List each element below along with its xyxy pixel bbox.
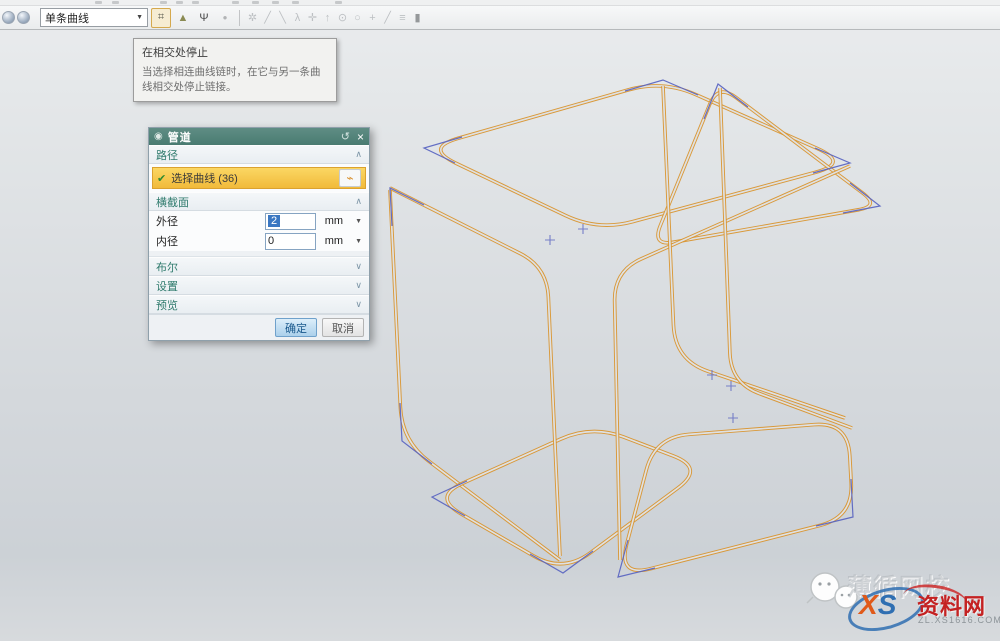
wireframe-corner[interactable] [390,188,424,226]
chevron-down-icon[interactable]: ∨ [355,261,362,272]
chevron-up-icon[interactable]: ∧ [355,149,362,160]
ok-button[interactable]: 确定 [275,318,317,337]
inner-diameter-value: 0 [268,235,274,247]
select-curve-row[interactable]: ✔ 选择曲线 (36) ⌁ [152,167,366,189]
snap-point-on-curve-icon[interactable]: ╱ [380,11,395,24]
chevron-up-icon[interactable]: ∧ [355,196,362,207]
snap-intersection-icon[interactable]: ✛ [305,11,320,24]
pipe-curve-core[interactable] [720,88,852,428]
section-boolean-label: 布尔 [156,259,178,275]
section-settings-label: 设置 [156,278,178,294]
pipe-curve[interactable] [390,190,560,560]
pipe-curve-core[interactable] [625,424,851,570]
tooltip-body: 当选择相连曲线链时，在它与另一条曲线相交处停止链接。 [142,65,328,94]
tube-dialog: ◉ 管道 ↺ × 路径 ∧ ✔ 选择曲线 (36) ⌁ 横截面 ∧ 外径 2 m… [148,127,370,341]
sphere-icon[interactable] [17,11,30,24]
tooltip: 在相交处停止 当选择相连曲线链时，在它与另一条曲线相交处停止链接。 [133,38,337,102]
inner-diameter-label: 内径 [156,233,265,249]
chevron-down-icon[interactable]: ∨ [355,280,362,291]
inner-diameter-row: 内径 0 mm ▼ [149,231,369,251]
wireframe-corner[interactable] [424,137,462,163]
snap-existing-point-icon[interactable]: + [365,12,380,24]
chevron-down-icon[interactable]: ∨ [355,299,362,310]
pipe-curve-core[interactable] [441,86,833,225]
point-tool-icon[interactable]: ● [216,9,234,27]
outer-diameter-label: 外径 [156,213,265,229]
selection-toolbar: 单条曲线 ▼ ⌗ ▲ Ψ ● ✲ ╱ ╲ λ ✛ ↑ ⊙ ○ + ╱ ≡ ▮ [0,6,1000,30]
snap-center-icon[interactable]: ⊙ [335,11,350,24]
pipe-curve[interactable] [720,88,852,428]
tooltip-title: 在相交处停止 [142,44,328,60]
snap-quadrant-icon[interactable]: ○ [350,12,365,24]
snap-bounded-plane-icon[interactable]: ▮ [410,11,425,24]
check-icon: ✔ [157,172,166,185]
section-cross-section[interactable]: 横截面 ∧ [149,192,369,211]
sphere-icon[interactable] [2,11,15,24]
watermark-url: ZL.XS1616.COM [918,615,1000,625]
pipe-curve[interactable] [441,86,833,225]
pipe-curve[interactable] [658,92,870,243]
cone-tool-icon[interactable]: ▲ [174,9,192,27]
curve-select-icon[interactable]: ⌁ [339,169,361,187]
section-preview[interactable]: 预览 ∨ [149,295,369,314]
section-path[interactable]: 路径 ∧ [149,145,369,164]
snap-arc-icon[interactable]: ↑ [320,12,335,24]
point-marker[interactable] [726,381,736,391]
point-marker[interactable] [545,235,555,245]
point-marker[interactable] [578,224,588,234]
reset-icon[interactable]: ↺ [341,130,350,143]
gear-icon: ◉ [154,131,163,142]
select-curve-label: 选择曲线 (36) [171,170,238,186]
cancel-button[interactable]: 取消 [322,318,364,337]
pipe-curve-core[interactable] [658,92,870,243]
outer-diameter-unit[interactable]: mm [325,215,343,227]
chevron-down-icon: ▼ [136,14,143,21]
snap-endpoint-icon[interactable]: ╱ [260,11,275,24]
pipe-curve-core[interactable] [663,86,845,418]
pipe-curve-core[interactable] [390,190,560,560]
magnet-tool-icon[interactable]: Ψ [195,9,213,27]
point-marker[interactable] [728,413,738,423]
inner-diameter-unit[interactable]: mm [325,235,343,247]
dialog-title: 管道 [168,129,192,145]
outer-diameter-value: 2 [268,215,280,227]
stop-at-intersection-button[interactable]: ⌗ [151,8,171,28]
dialog-buttons: 确定 取消 [149,314,369,340]
chevron-down-icon[interactable]: ▼ [355,218,362,225]
pipe-curve-core[interactable] [390,188,560,556]
section-boolean[interactable]: 布尔 ∨ [149,257,369,276]
watermark: 薄循网校 XS 资料网 ZL.XS1616.COM [795,565,1000,639]
pipe-curve[interactable] [390,188,560,556]
snap-point-on-face-icon[interactable]: ≡ [395,12,410,24]
outer-diameter-row: 外径 2 mm ▼ [149,211,369,231]
snap-point-icon[interactable]: ✲ [245,11,260,24]
inner-diameter-input[interactable]: 0 [265,233,316,250]
curve-rule-dropdown[interactable]: 单条曲线 ▼ [40,8,148,27]
curve-rule-value: 单条曲线 [45,10,89,26]
toolbar-separator [239,10,240,26]
section-path-label: 路径 [156,147,178,163]
close-icon[interactable]: × [357,130,364,144]
pipe-curve[interactable] [663,86,845,418]
section-cross-label: 横截面 [156,194,189,210]
snap-control-point-icon[interactable]: λ [290,12,305,24]
dialog-titlebar[interactable]: ◉ 管道 ↺ × [149,128,369,145]
watermark-logo-xs: XS [859,589,896,621]
snap-midpoint-icon[interactable]: ╲ [275,11,290,24]
section-settings[interactable]: 设置 ∨ [149,276,369,295]
outer-diameter-input[interactable]: 2 [265,213,316,230]
chevron-down-icon[interactable]: ▼ [355,238,362,245]
section-preview-label: 预览 [156,297,178,313]
